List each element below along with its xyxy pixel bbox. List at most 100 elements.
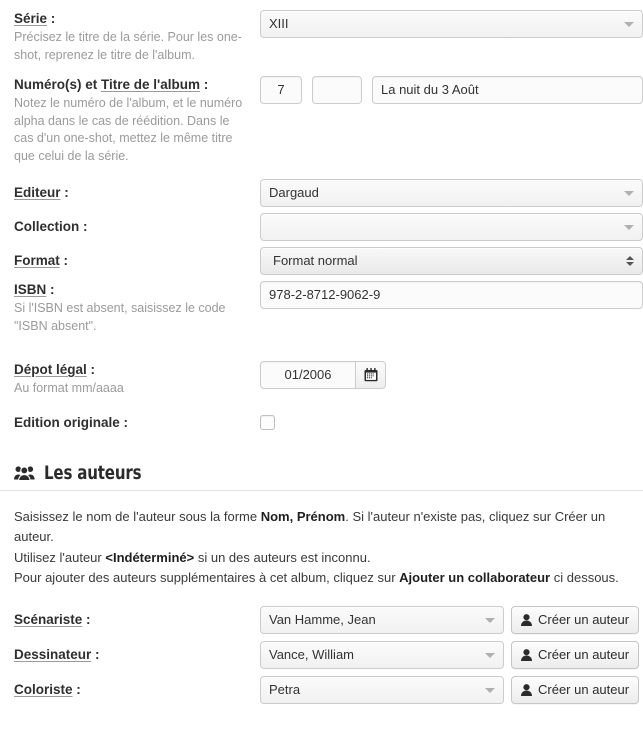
calendar-icon: [364, 368, 378, 382]
edition-originale-checkbox[interactable]: [260, 415, 275, 430]
note-strong: Ajouter un collaborateur: [399, 570, 551, 585]
note-text: Saisissez le nom de l'auteur sous la for…: [14, 508, 261, 524]
field-row-editeur: Editeur : Dargaud: [0, 179, 643, 207]
field-cell-numero-titre: 7 La nuit du 3 Août: [260, 76, 643, 104]
field-row-isbn: ISBN : Si l'ISBN est absent, saisissez l…: [0, 281, 643, 335]
field-label-isbn-suffix: :: [46, 282, 55, 297]
field-label-scenariste-text: Scénariste: [14, 611, 83, 627]
coloriste-select[interactable]: Petra: [260, 675, 504, 704]
field-row-depot-legal: Dépot légal : Au format mm/aaaa 01/2006: [0, 361, 643, 398]
note-strong: <Indéterminé>: [105, 549, 195, 565]
field-row-serie: Série : Précisez le titre de la série. P…: [0, 10, 643, 64]
editeur-select-value: Dargaud: [269, 185, 319, 200]
field-label-format: Format :: [14, 252, 252, 270]
field-label-isbn: ISBN :: [14, 281, 252, 299]
label-cell-dessinateur: Dessinateur :: [14, 646, 260, 664]
field-help-serie: Précisez le titre de la série. Pour les …: [14, 30, 242, 62]
field-row-collection: Collection :: [0, 213, 643, 241]
label-cell-depot-legal: Dépot légal : Au format mm/aaaa: [14, 361, 260, 398]
field-label-coloriste-suffix: :: [72, 681, 81, 697]
label-cell-scenariste: Scénariste :: [14, 611, 260, 629]
field-label-collection-text: Collection: [14, 219, 80, 234]
field-label-editeur-suffix: :: [60, 185, 69, 200]
field-label-collection-suffix: :: [79, 219, 88, 234]
chevron-down-icon: [485, 652, 495, 658]
creer-un-auteur-button-scenariste[interactable]: Créer un auteur: [511, 605, 640, 634]
users-group-icon: [14, 465, 35, 481]
field-row-format: Format : Format normal: [0, 247, 643, 275]
field-label-editeur: Editeur :: [14, 184, 252, 202]
field-row-edition-originale: Edition originale :: [0, 414, 643, 432]
editeur-select[interactable]: Dargaud: [260, 179, 643, 207]
scenariste-select[interactable]: Van Hamme, Jean: [260, 605, 504, 634]
scenariste-select-value: Van Hamme, Jean: [269, 611, 376, 627]
field-label-format-text: Format: [14, 253, 60, 268]
serie-select[interactable]: XIII: [260, 10, 643, 38]
coloriste-select-value: Petra: [269, 681, 301, 697]
format-select[interactable]: Format normal: [260, 247, 643, 275]
label-cell-edition-originale: Edition originale :: [14, 414, 260, 432]
dessinateur-select[interactable]: Vance, William: [260, 640, 504, 669]
field-cell-serie: XIII: [260, 10, 643, 38]
field-label-depot-legal: Dépot légal :: [14, 361, 252, 379]
numero-alpha-input[interactable]: [312, 76, 362, 104]
depot-legal-group: 01/2006: [260, 361, 643, 389]
field-label-numero-prefix: Numéro(s) et: [14, 77, 102, 92]
note-text: Pour ajouter des auteurs supplémentaires…: [14, 570, 400, 585]
field-label-coloriste: Coloriste :: [14, 681, 252, 699]
field-cell-isbn: 978-2-8712-9062-9: [260, 281, 643, 309]
isbn-input[interactable]: 978-2-8712-9062-9: [260, 281, 643, 309]
titre-album-input[interactable]: La nuit du 3 Août: [372, 76, 643, 104]
field-label-serie-text: Série: [14, 11, 48, 26]
label-cell-editeur: Editeur :: [14, 184, 260, 202]
chevron-down-icon: [624, 225, 634, 230]
field-label-serie: Série :: [14, 10, 252, 28]
updown-arrows-icon: [626, 256, 634, 266]
note-text: ci dessous.: [550, 570, 619, 585]
field-cell-editeur: Dargaud: [260, 179, 643, 207]
creer-un-auteur-label: Créer un auteur: [538, 646, 630, 662]
dessinateur-select-value: Vance, William: [269, 646, 355, 662]
field-help-numero-titre: Notez le numéro de l'album, et le numéro…: [14, 96, 243, 163]
field-label-scenariste: Scénariste :: [14, 611, 252, 629]
authors-instructions: Saisissez le nom de l'auteur sous la for…: [0, 507, 643, 589]
creer-un-auteur-label: Créer un auteur: [538, 611, 630, 627]
field-cell-collection: [260, 213, 643, 241]
field-label-serie-suffix: :: [47, 11, 56, 26]
field-label-titre-text: Titre de l'album: [101, 77, 200, 92]
field-label-depot-legal-text: Dépot légal: [14, 362, 87, 377]
label-cell-serie: Série : Précisez le titre de la série. P…: [14, 10, 260, 64]
collection-select[interactable]: [260, 213, 643, 241]
field-label-edition-originale-suffix: :: [119, 414, 129, 430]
creer-un-auteur-button-coloriste[interactable]: Créer un auteur: [511, 675, 640, 704]
author-row-dessinateur: Dessinateur : Vance, William Créer un au…: [0, 640, 643, 669]
label-cell-format: Format :: [14, 252, 260, 270]
field-help-depot-legal: Au format mm/aaaa: [14, 381, 124, 395]
user-icon: [521, 683, 532, 696]
label-cell-isbn: ISBN : Si l'ISBN est absent, saisissez l…: [14, 281, 260, 335]
field-label-coloriste-text: Coloriste: [14, 681, 73, 697]
depot-legal-input[interactable]: 01/2006: [260, 361, 356, 389]
album-edit-form: Série : Précisez le titre de la série. P…: [0, 10, 643, 730]
format-select-value: Format normal: [273, 253, 358, 268]
numero-input[interactable]: 7: [260, 76, 302, 104]
field-label-dessinateur-suffix: :: [91, 646, 100, 662]
authors-section-header: Les auteurs: [0, 462, 643, 491]
field-help-isbn: Si l'ISBN est absent, saisissez le code …: [14, 301, 226, 333]
chevron-down-icon: [485, 617, 495, 623]
authors-instruction-line: Utilisez l'auteur <Indéterminé> si un de…: [14, 548, 635, 569]
label-cell-numero-titre: Numéro(s) et Titre de l'album : Notez le…: [14, 76, 260, 165]
creer-un-auteur-label: Créer un auteur: [538, 681, 630, 697]
label-cell-coloriste: Coloriste :: [14, 681, 260, 699]
authors-instruction-line: Pour ajouter des auteurs supplémentaires…: [14, 568, 635, 589]
note-text: si un des auteurs est inconnu.: [194, 549, 371, 565]
calendar-button[interactable]: [356, 361, 386, 389]
serie-select-value: XIII: [269, 16, 289, 31]
field-label-depot-legal-suffix: :: [86, 362, 96, 377]
creer-un-auteur-button-dessinateur[interactable]: Créer un auteur: [511, 640, 640, 669]
note-text: Utilisez l'auteur: [14, 549, 106, 565]
chevron-down-icon: [485, 687, 495, 693]
author-row-coloriste: Coloriste : Petra Créer un auteur: [0, 675, 643, 704]
chevron-down-icon: [624, 191, 634, 196]
field-label-isbn-text: ISBN: [14, 282, 47, 297]
